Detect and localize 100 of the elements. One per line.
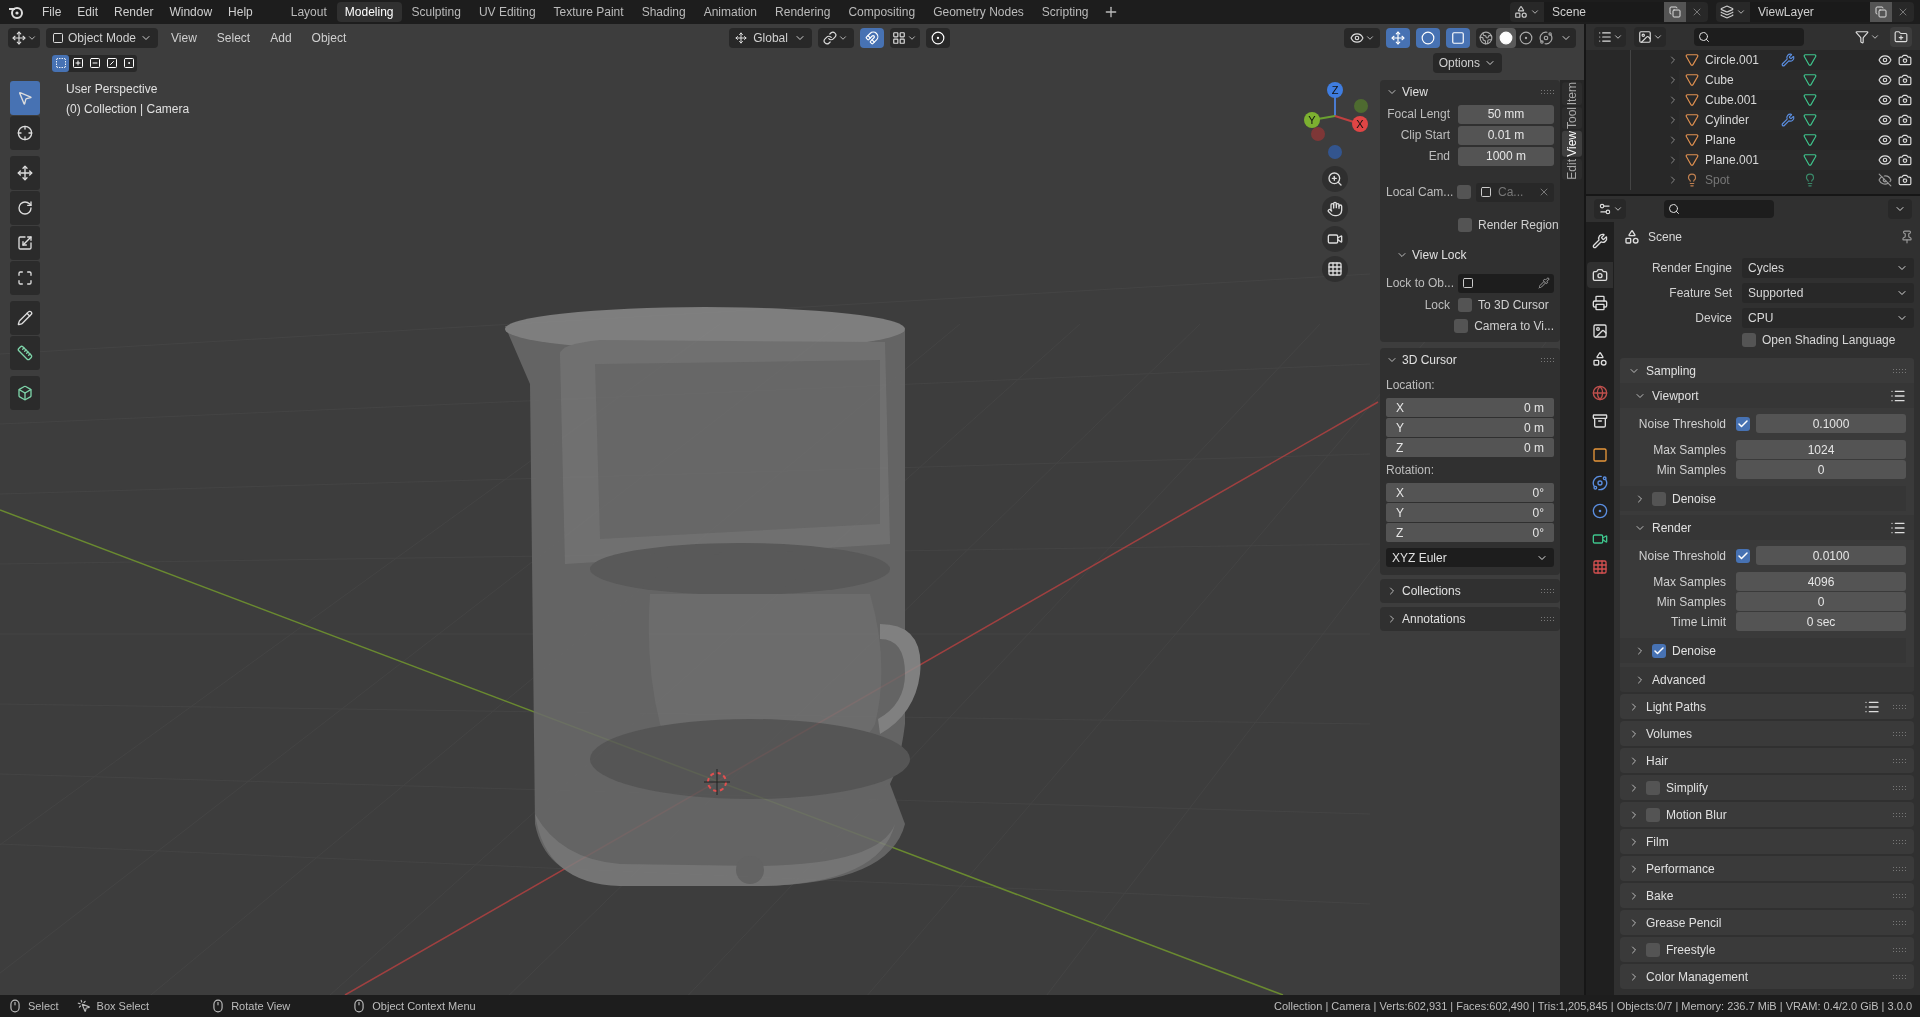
workspace-tab[interactable]: Layout	[282, 2, 335, 22]
workspace-tab[interactable]: Scripting	[1033, 2, 1097, 22]
vector-field[interactable]: Z 0 m	[1386, 438, 1554, 457]
field-label: Max Samples	[1652, 573, 1727, 591]
panel-title[interactable]: Hair	[1646, 751, 1668, 770]
number-field[interactable]: 0.01 m	[1458, 125, 1554, 145]
number-field[interactable]: 50 mm	[1458, 104, 1554, 124]
number-field[interactable]: 1000 m	[1458, 146, 1554, 166]
object-name[interactable]: Cube	[1705, 71, 1775, 89]
number-field[interactable]: 0.1000	[1756, 414, 1906, 433]
vector-field[interactable]: X 0 m	[1386, 398, 1554, 417]
menu-item[interactable]: Add	[263, 29, 299, 47]
object-name[interactable]: Plane	[1705, 131, 1775, 149]
field-label: Local Cam...	[1386, 184, 1452, 201]
panel-title[interactable]: Viewport	[1652, 386, 1699, 405]
axis-label: Y	[1396, 504, 1404, 522]
status-hint: Object Context Menu	[372, 998, 476, 1014]
number-field[interactable]: 4096	[1736, 572, 1906, 591]
panel-title[interactable]: Denoise	[1672, 641, 1717, 660]
workspace-tab[interactable]: Modeling	[336, 2, 402, 22]
sidebar-tab[interactable]: Edit	[1562, 159, 1582, 180]
menu-item[interactable]: Help	[220, 3, 261, 21]
workspace-tab[interactable]: Animation	[695, 2, 766, 22]
workspace-tab[interactable]: Shading	[633, 2, 694, 22]
field-label: End	[1427, 148, 1451, 165]
mode-dropdown[interactable]: Object Mode	[46, 28, 159, 48]
field-label: Noise Threshold	[1637, 415, 1727, 433]
panel-title[interactable]: Advanced	[1652, 670, 1706, 689]
workspace-tab[interactable]: Compositing	[840, 2, 924, 22]
checkbox-label: Open Shading Language	[1762, 332, 1896, 349]
menu-item[interactable]: View	[164, 29, 204, 47]
object-name[interactable]: Plane.001	[1705, 151, 1775, 169]
view-perspective-label: User Perspective	[66, 81, 159, 98]
number-field[interactable]: 0 sec	[1736, 612, 1906, 631]
panel-title[interactable]: Film	[1646, 832, 1669, 851]
workspace-tab[interactable]: Geometry Nodes	[925, 2, 1032, 22]
field-value: 0 m	[1524, 439, 1544, 457]
panel-title[interactable]: Render	[1652, 518, 1692, 537]
object-name[interactable]: Circle.001	[1705, 51, 1775, 69]
panel-title[interactable]: Denoise	[1672, 489, 1717, 508]
sidebar-tab[interactable]: View	[1562, 131, 1582, 158]
status-hint: Rotate View	[231, 998, 291, 1014]
field-label: Min Samples	[1655, 461, 1727, 479]
menu-item[interactable]: Select	[209, 29, 258, 47]
panel-title[interactable]: Performance	[1646, 859, 1715, 878]
orientation-dropdown[interactable]: Global	[729, 28, 812, 48]
workspace-tab[interactable]: Texture Paint	[545, 2, 632, 22]
view-context-label: (0) Collection | Camera	[66, 101, 191, 118]
workspace-tab[interactable]: Rendering	[767, 2, 839, 22]
vector-field[interactable]: Y 0 m	[1386, 418, 1554, 437]
dropdown[interactable]: Cycles	[1742, 258, 1914, 278]
panel-title[interactable]: Light Paths	[1646, 697, 1707, 716]
panel-title[interactable]: Grease Pencil	[1646, 913, 1722, 932]
rotation-mode-dropdown[interactable]: XYZ Euler	[1386, 548, 1554, 567]
menu-item[interactable]: Object	[304, 29, 354, 47]
checkbox-label: Render Region	[1478, 217, 1559, 234]
context-label: Scene	[1648, 229, 1683, 246]
panel-title[interactable]: View	[1402, 83, 1428, 101]
panel-title[interactable]: Motion Blur	[1666, 805, 1727, 824]
field-label: Focal Lengt	[1386, 106, 1451, 123]
dropdown[interactable]: Supported	[1742, 283, 1914, 303]
navigation-gizmo[interactable]: Z Y X	[1298, 80, 1372, 162]
panel-title[interactable]: Bake	[1646, 886, 1674, 905]
workspace-tab[interactable]: UV Editing	[470, 2, 544, 22]
field-label: Clip Start	[1399, 127, 1451, 144]
axis-label: Z	[1396, 524, 1404, 542]
subpanel-title[interactable]: View Lock	[1412, 246, 1467, 264]
number-field[interactable]: 1024	[1736, 440, 1906, 459]
number-field[interactable]: 0	[1736, 592, 1906, 611]
options-dropdown[interactable]: Options	[1432, 53, 1502, 73]
object-name[interactable]: Cylinder	[1705, 111, 1775, 129]
field-label: Device	[1694, 310, 1733, 327]
dropdown[interactable]: CPU	[1742, 308, 1914, 328]
field-label: Feature Set	[1668, 285, 1733, 302]
field-label: Noise Threshold	[1637, 547, 1727, 565]
object-name[interactable]: Cube.001	[1705, 91, 1775, 109]
axis-label: X	[1396, 399, 1404, 417]
vector-field[interactable]: Y 0°	[1386, 503, 1554, 522]
vector-field[interactable]: Z 0°	[1386, 523, 1554, 542]
number-field[interactable]: 0.0100	[1756, 546, 1906, 565]
sidebar-tab[interactable]: Tool	[1562, 107, 1582, 130]
menu-item[interactable]: Edit	[69, 3, 107, 21]
panel-title[interactable]: Sampling	[1646, 361, 1697, 380]
panel-title[interactable]: 3D Cursor	[1402, 351, 1457, 369]
menu-item[interactable]: Window	[161, 3, 221, 21]
axis-label: X	[1396, 484, 1404, 502]
panel-title[interactable]: Freestyle	[1666, 940, 1716, 959]
number-field[interactable]: 0	[1736, 460, 1906, 479]
axis-label: Y	[1396, 419, 1404, 437]
menu-item[interactable]: Render	[106, 3, 162, 21]
field-label: Lock to Ob...	[1386, 275, 1456, 292]
field-value: 0°	[1532, 484, 1544, 502]
vector-field[interactable]: X 0°	[1386, 483, 1554, 502]
sidebar-tab[interactable]: Item	[1562, 82, 1582, 106]
status-hint: Box Select	[96, 998, 150, 1014]
panel-title[interactable]: Simplify	[1666, 778, 1708, 797]
menu-item[interactable]: File	[34, 3, 70, 21]
field-label: Lock	[1423, 297, 1451, 314]
workspace-tab[interactable]: Sculpting	[403, 2, 469, 22]
panel-title[interactable]: Volumes	[1646, 724, 1693, 743]
